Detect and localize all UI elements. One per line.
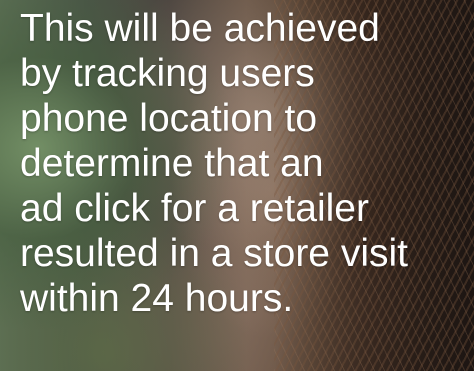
- slide-caption: This will be achieved by tracking users …: [20, 7, 409, 320]
- slide-background: This will be achieved by tracking users …: [0, 0, 474, 371]
